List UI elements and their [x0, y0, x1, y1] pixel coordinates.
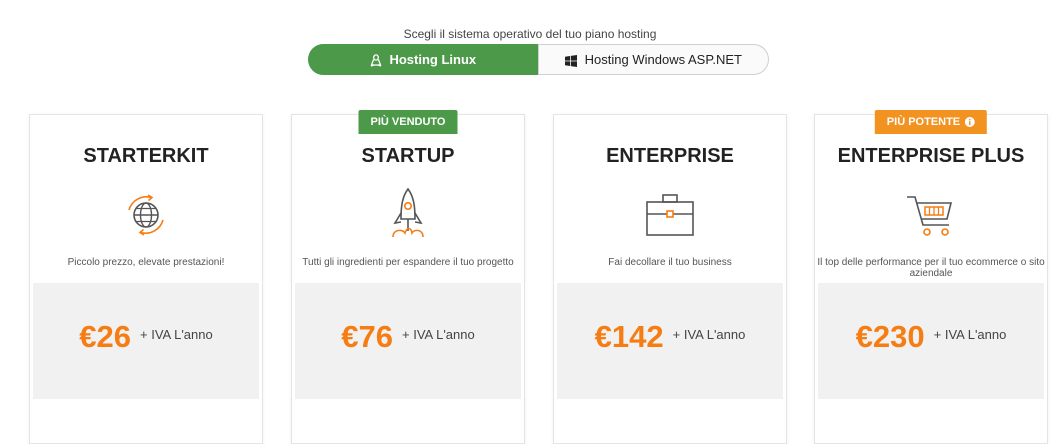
windows-logo-icon — [565, 54, 578, 67]
price-box: €142 + IVA L'anno — [557, 283, 783, 399]
plan-description: Il top delle performance per il tuo ecom… — [817, 257, 1045, 279]
tab-hosting-windows-label: Hosting Windows ASP.NET — [584, 52, 742, 67]
globe-cycle-icon — [128, 194, 164, 236]
best-seller-badge: PIÙ VENDUTO — [358, 110, 458, 134]
info-circle-icon[interactable] — [965, 117, 976, 128]
plan-description: Fai decollare il tuo business — [608, 257, 732, 268]
tab-hosting-windows[interactable]: Hosting Windows ASP.NET — [538, 44, 769, 75]
rocket-icon — [392, 187, 424, 238]
plan-card-enterprise: ENTERPRISE Fai decollare il tuo business… — [553, 114, 787, 444]
badge-label: PIÙ VENDUTO — [370, 116, 446, 128]
plan-price: €76 — [341, 319, 393, 354]
tab-hosting-linux[interactable]: Hosting Linux — [308, 44, 538, 75]
plan-name: STARTUP — [361, 145, 455, 167]
tab-hosting-linux-label: Hosting Linux — [389, 52, 477, 67]
plan-card-startup: PIÙ VENDUTO STARTUP Tutti gli ingredient… — [291, 110, 525, 444]
plan-period: + IVA L'anno — [933, 327, 1007, 342]
plan-price: €26 — [79, 319, 131, 354]
plan-card-starterkit: STARTERKIT Piccolo prezzo, elevate prest… — [29, 114, 263, 444]
plan-period: + IVA L'anno — [402, 327, 475, 342]
plan-period: + IVA L'anno — [672, 327, 746, 342]
price-box: €26 + IVA L'anno — [33, 283, 259, 399]
plan-card-enterprise-plus: PIÙ POTENTE ENTERPRISE PLUS Il top delle… — [814, 110, 1048, 444]
plan-name: ENTERPRISE — [606, 145, 734, 167]
plan-price: €230 — [855, 319, 925, 354]
price-box: €230 + IVA L'anno — [818, 283, 1044, 399]
badge-label: PIÙ POTENTE — [886, 116, 961, 128]
briefcase-icon — [646, 194, 694, 236]
plan-name: STARTERKIT — [83, 145, 209, 167]
price-box: €76 + IVA L'anno — [295, 283, 521, 399]
plan-name: ENTERPRISE PLUS — [837, 145, 1025, 167]
os-selector-title: Scegli il sistema operativo del tuo pian… — [403, 27, 657, 41]
plan-description: Piccolo prezzo, elevate prestazioni! — [67, 257, 225, 268]
most-powerful-badge: PIÙ POTENTE — [874, 110, 988, 134]
plan-price: €142 — [594, 319, 664, 354]
linux-penguin-icon — [370, 54, 382, 67]
plan-description: Tutti gli ingredienti per espandere il t… — [302, 257, 514, 268]
shopping-cart-icon — [907, 196, 953, 236]
plan-period: + IVA L'anno — [140, 327, 213, 342]
os-switch: Hosting Linux Hosting Windows ASP.NET — [308, 44, 769, 75]
